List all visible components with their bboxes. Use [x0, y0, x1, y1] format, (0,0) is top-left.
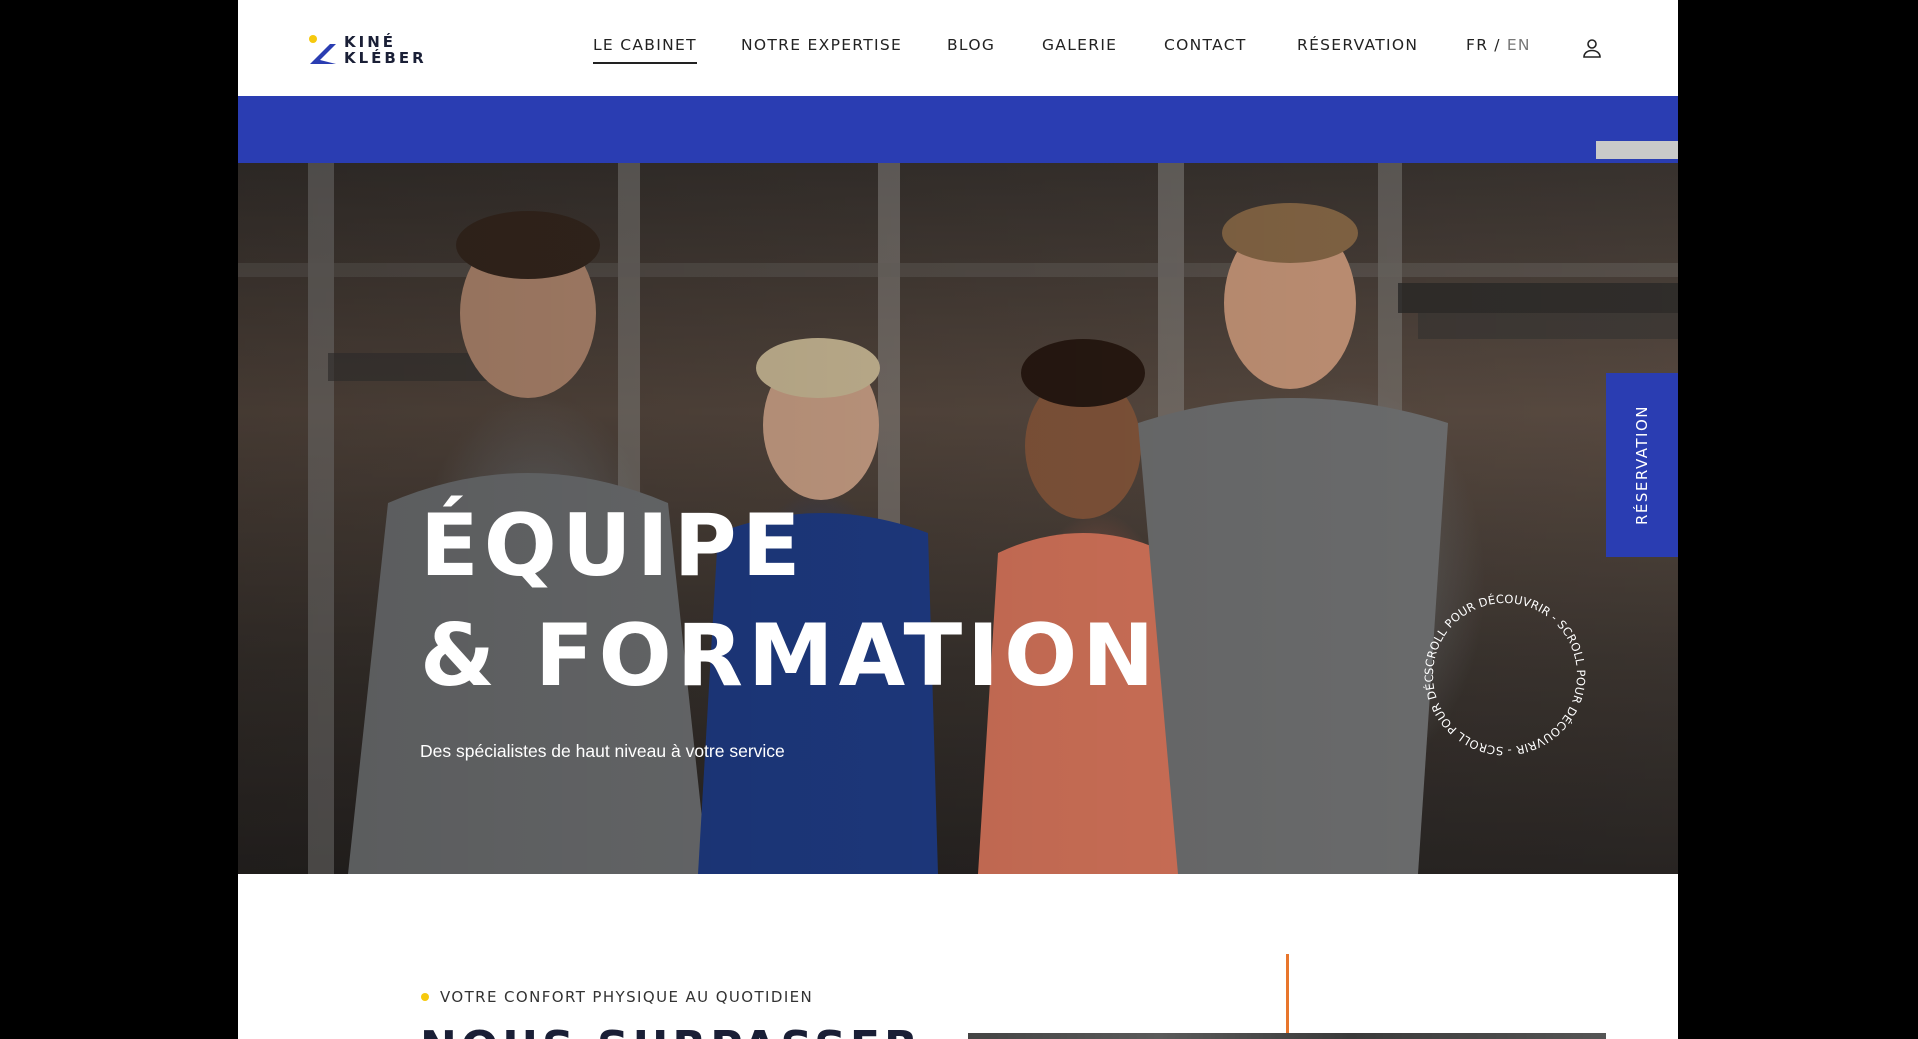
nav-item-reservation[interactable]: RÉSERVATION: [1297, 36, 1418, 54]
lang-separator: /: [1494, 36, 1501, 54]
nav-item-galerie[interactable]: GALERIE: [1042, 36, 1117, 54]
side-reservation-label: RÉSERVATION: [1633, 404, 1651, 526]
language-switcher: FR / EN: [1466, 36, 1531, 54]
logo-line-1: KINÉ: [344, 33, 397, 51]
site-header: KINÉ KLÉBER LE CABINET NOTRE EXPERTISE B…: [238, 0, 1678, 96]
logo[interactable]: KINÉ KLÉBER: [308, 32, 448, 68]
logo-mark-icon: [309, 35, 336, 64]
side-reservation-button[interactable]: RÉSERVATION: [1606, 373, 1678, 557]
hero-title-line-2: & FORMATION: [420, 606, 1160, 706]
scroll-indicator[interactable]: SCROLL POUR DÉCOUVRIR - SCROLL POUR DÉCO…: [1412, 582, 1598, 768]
hero-title: ÉQUIPE & FORMATION: [420, 491, 1159, 711]
section-kicker: VOTRE CONFORT PHYSIQUE AU QUOTIDIEN: [440, 988, 814, 1006]
nav-item-notre-expertise[interactable]: NOTRE EXPERTISE: [741, 36, 902, 54]
logo-line-2: KLÉBER: [344, 49, 427, 67]
logo-text: KINÉ KLÉBER: [344, 34, 427, 66]
hero-title-line-1: ÉQUIPE: [420, 496, 806, 596]
user-icon[interactable]: [1580, 36, 1604, 60]
lang-fr[interactable]: FR: [1466, 36, 1488, 54]
hero-subtitle: Des spécialistes de haut niveau à votre …: [420, 741, 785, 761]
nav-item-contact[interactable]: CONTACT: [1164, 36, 1247, 54]
lang-en[interactable]: EN: [1507, 36, 1531, 54]
section-image: [968, 1033, 1606, 1039]
section-heading: NOUS SURPASSER: [420, 1022, 922, 1039]
blue-band: [238, 96, 1678, 163]
nav-item-le-cabinet[interactable]: LE CABINET: [593, 36, 697, 64]
kicker-dot-icon: [421, 993, 429, 1001]
band-notch: [1596, 141, 1678, 159]
nav-item-blog[interactable]: BLOG: [947, 36, 995, 54]
hero: ÉQUIPE & FORMATION Des spécialistes de h…: [238, 163, 1678, 874]
scroll-indicator-text: SCROLL POUR DÉCOUVRIR - SCROLL POUR DÉCO…: [1412, 582, 1588, 758]
page: KINÉ KLÉBER LE CABINET NOTRE EXPERTISE B…: [238, 0, 1678, 1039]
svg-text:SCROLL POUR DÉCOUVRIR - SCROLL: SCROLL POUR DÉCOUVRIR - SCROLL POUR DÉCO…: [1412, 582, 1588, 758]
orange-accent-line: [1286, 954, 1289, 1034]
